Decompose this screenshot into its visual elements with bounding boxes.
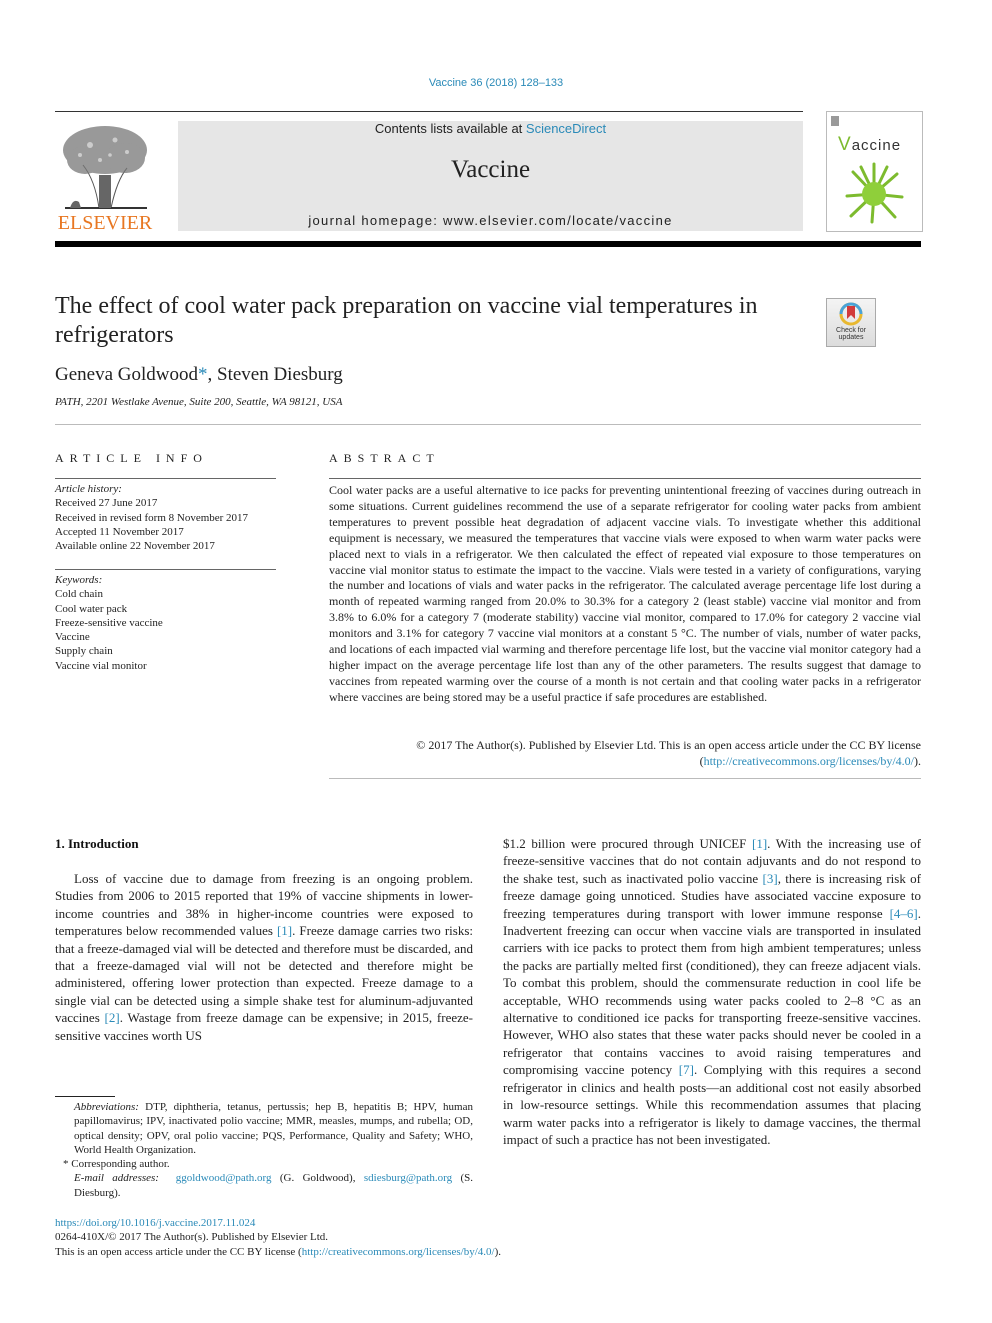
history-label: Article history:: [55, 483, 122, 495]
citation-link[interactable]: [4–6]: [890, 906, 918, 921]
abstract-text: Cool water packs are a useful alternativ…: [329, 483, 921, 704]
page-footer: https://doi.org/10.1016/j.vaccine.2017.1…: [55, 1216, 501, 1259]
section-heading-introduction: 1. Introduction: [55, 836, 139, 851]
cover-title-initial: V: [838, 134, 852, 155]
article-info-divider: [55, 478, 276, 479]
abbreviations-label: Abbreviations:: [74, 1101, 139, 1113]
copyright-text: © 2017 The Author(s). Published by Elsev…: [416, 738, 921, 752]
contents-line: Contents lists available at ScienceDirec…: [178, 121, 803, 136]
citation-link[interactable]: [1]: [752, 836, 767, 851]
top-divider: [55, 111, 803, 112]
intro-paragraph-left: Loss of vaccine due to damage from freez…: [55, 870, 473, 1044]
license-link[interactable]: http://creativecommons.org/licenses/by/4…: [704, 754, 914, 768]
cover-title-rest: accine: [851, 137, 902, 154]
keywords-divider: [55, 569, 276, 570]
keyword: Vaccine vial monitor: [55, 659, 147, 672]
history-item: Received 27 June 2017: [55, 497, 158, 510]
license-paren-close: ).: [914, 753, 921, 768]
keyword: Cool water pack: [55, 602, 128, 615]
corresponding-footnote: * Corresponding author.: [63, 1158, 170, 1171]
sciencedirect-link[interactable]: ScienceDirect: [526, 121, 606, 136]
keywords-label: Keywords:: [55, 574, 103, 586]
journal-title: Vaccine: [450, 156, 531, 183]
oa-suffix: ).: [494, 1245, 502, 1258]
journal-citation[interactable]: Vaccine 36 (2018) 128–133: [0, 77, 992, 89]
article-title: The effect of cool water pack preparatio…: [55, 293, 758, 348]
email-owner: (G. Goldwood),: [271, 1172, 364, 1185]
open-access-line: This is an open access article under the…: [55, 1245, 501, 1259]
issn-line: 0264-410X/© 2017 The Author(s). Publishe…: [55, 1231, 329, 1244]
citation-link[interactable]: [7]: [679, 1062, 694, 1077]
header-thick-divider: [55, 241, 921, 247]
article-history: Article history: Received 27 June 2017 R…: [55, 482, 248, 553]
footer-license-link[interactable]: http://creativecommons.org/licenses/by/4…: [302, 1246, 495, 1258]
footnotes: Abbreviations: DTP, diphtheria, tetanus,…: [55, 1100, 473, 1200]
crossmark-label-line-1: Check for: [836, 327, 866, 334]
affiliation-divider: [55, 424, 921, 425]
elsevier-wordmark: ELSEVIER: [57, 212, 153, 234]
journal-cover-thumbnail[interactable]: [826, 111, 923, 232]
keyword: Cold chain: [55, 588, 103, 601]
keyword: Freeze-sensitive vaccine: [55, 616, 163, 629]
cover-title: Vaccine: [838, 134, 901, 156]
keywords: Keywords: Cold chain Cool water pack Fre…: [55, 573, 163, 673]
email-link-diesburg[interactable]: sdiesburg@path.org: [364, 1172, 452, 1184]
doi-link[interactable]: https://doi.org/10.1016/j.vaccine.2017.1…: [55, 1217, 255, 1229]
license-line: (http://creativecommons.org/licenses/by/…: [329, 754, 921, 770]
history-item: Available online 22 November 2017: [55, 540, 215, 553]
contents-prefix: Contents lists available at: [374, 121, 526, 136]
intro-text: . Inadvertent freezing can occur when va…: [503, 905, 921, 1078]
citation-link[interactable]: [3]: [763, 871, 778, 886]
abstract-heading: ABSTRACT: [329, 451, 440, 465]
history-item: Received in revised form 8 November 2017: [55, 511, 249, 524]
affiliation: PATH, 2201 Westlake Avenue, Suite 200, S…: [55, 396, 343, 408]
email-footnote: E-mail addresses: ggoldwood@path.org (G.…: [55, 1171, 473, 1200]
journal-homepage[interactable]: journal homepage: www.elsevier.com/locat…: [178, 213, 803, 228]
keyword: Supply chain: [55, 645, 113, 658]
citation-link[interactable]: [2]: [105, 1010, 120, 1025]
intro-paragraph-right: $1.2 billion were procured through UNICE…: [503, 835, 921, 1148]
crossmark-label: Check for updates: [826, 327, 876, 341]
email-label: E-mail addresses:: [74, 1172, 159, 1185]
corresponding-author-marker[interactable]: *: [198, 364, 208, 385]
crossmark-icon: [839, 302, 863, 326]
email-link-goldwood[interactable]: ggoldwood@path.org: [176, 1172, 272, 1184]
intro-text: $1.2 billion were procured through UNICE…: [503, 836, 752, 851]
abstract-bottom-divider: [329, 778, 921, 779]
author-list: Geneva Goldwood*, Steven Diesburg: [55, 364, 343, 386]
author-diesburg[interactable]: , Steven Diesburg: [208, 364, 343, 385]
abbreviations-footnote: Abbreviations: DTP, diphtheria, tetanus,…: [55, 1100, 473, 1157]
history-item: Accepted 11 November 2017: [55, 525, 184, 538]
citation-link[interactable]: [1]: [277, 923, 292, 938]
keyword: Vaccine: [55, 631, 90, 644]
abstract-divider: [329, 478, 921, 479]
article-info-heading: ARTICLE INFO: [55, 451, 208, 465]
footnote-divider: [55, 1096, 115, 1097]
crossmark-label-line-2: updates: [838, 334, 864, 341]
author-goldwood[interactable]: Geneva Goldwood: [55, 364, 198, 385]
oa-prefix: This is an open access article under the…: [55, 1245, 302, 1258]
abstract-copyright: © 2017 The Author(s). Published by Elsev…: [329, 738, 921, 770]
